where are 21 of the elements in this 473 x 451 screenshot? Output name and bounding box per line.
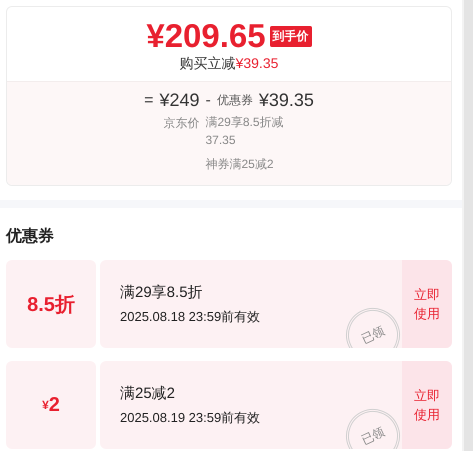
saving-text: 购买立减¥39.35 (180, 55, 278, 73)
final-price: ¥209.65 (146, 17, 266, 55)
scroll-bar[interactable] (462, 0, 473, 451)
coupon-amount: ¥39.35 (258, 90, 314, 111)
base-price: ¥249 (159, 90, 200, 111)
coupon-label: 优惠券 (216, 92, 253, 109)
coupon-validity: 2025.08.19 23:59前有效 (120, 408, 262, 426)
section-title: 优惠券 (6, 226, 55, 247)
discount-detail: 满29享8.5折减37.35 (206, 114, 285, 149)
final-price-badge: 到手价 (270, 26, 312, 46)
equals-sign: = (144, 92, 154, 110)
minus-sign: - (206, 92, 211, 110)
coupon-condition: 满29享8.5折 (120, 282, 204, 302)
use-now-button[interactable]: 立即使用 (402, 361, 452, 449)
use-now-button[interactable]: 立即使用 (402, 260, 452, 348)
discount-detail: 神券满25减2 (206, 156, 275, 173)
coupon-validity: 2025.08.18 23:59前有效 (120, 308, 262, 326)
coupon-value: 8.5折 (6, 260, 96, 348)
base-price-label: 京东价 (164, 115, 200, 132)
coupon-value: ¥2 (6, 361, 96, 449)
coupon-condition: 满25减2 (120, 384, 176, 402)
